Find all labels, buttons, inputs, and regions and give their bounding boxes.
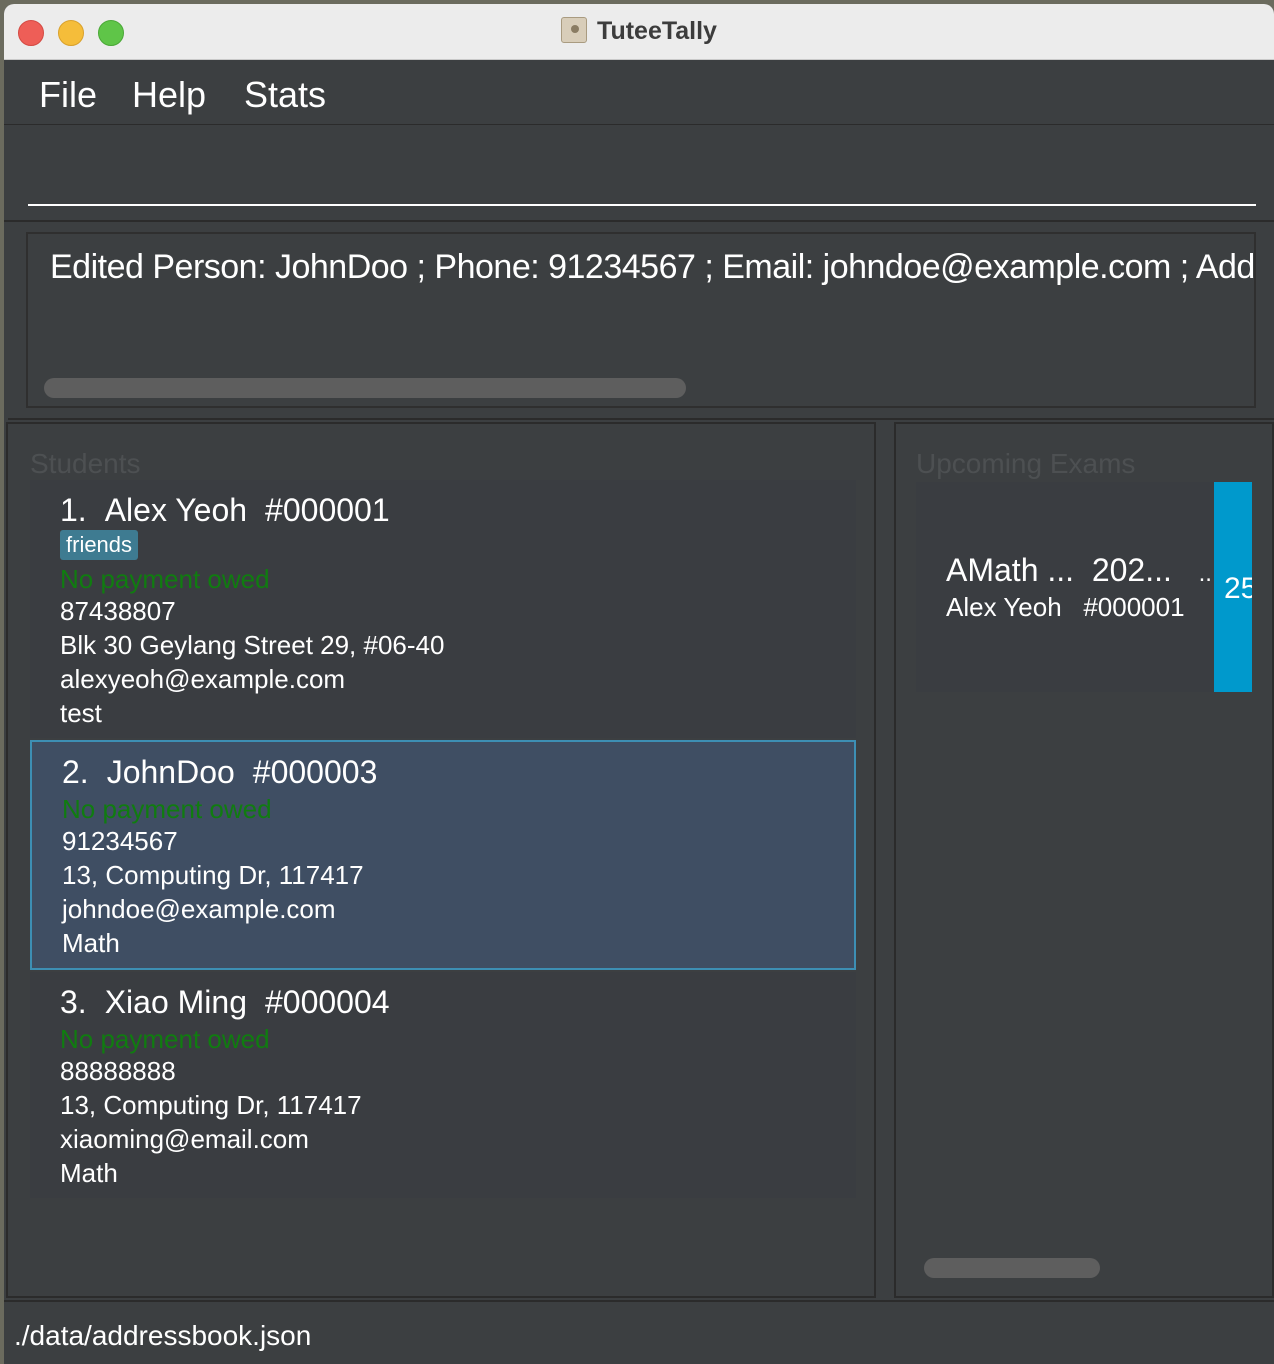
command-input[interactable] — [28, 142, 1256, 206]
payment-status: No payment owed — [62, 794, 272, 824]
exams-panel: Upcoming Exams AMath ... 202... ... Alex… — [894, 422, 1274, 1298]
exam-info: AMath ... 202... ... — [946, 552, 1219, 589]
menu-bar: File Help Stats — [4, 61, 1274, 125]
status-bar: ./data/addressbook.json — [4, 1300, 1274, 1364]
students-panel-title: Students — [30, 448, 141, 479]
student-name: JohnDoo — [106, 754, 235, 790]
student-address: Blk 30 Geylang Street 29, #06-40 — [60, 630, 445, 660]
result-display-area: Edited Person: JohnDoo ; Phone: 91234567… — [8, 224, 1274, 420]
exam-card[interactable]: AMath ... 202... ... Alex Yeoh #000001 2… — [916, 482, 1252, 692]
student-address: 13, Computing Dr, 117417 — [60, 1090, 362, 1120]
app-window: TuteeTally File Help Stats Edited Person… — [4, 4, 1274, 1364]
payment-status: No payment owed — [60, 1024, 270, 1054]
student-card[interactable]: 3. Xiao Ming #000004 No payment owed 88888… — [30, 972, 856, 1198]
student-subject: Math — [60, 1158, 118, 1188]
student-header: 1. Alex Yeoh #000001 — [60, 492, 408, 529]
student-subject: test — [60, 698, 102, 728]
student-index: 3. — [60, 984, 87, 1020]
student-card-selected[interactable]: 2. JohnDoo #000003 No payment owed 9123456… — [30, 740, 856, 970]
student-tag: friends — [60, 530, 139, 560]
student-phone: 88888888 — [60, 1056, 176, 1086]
student-subject: Math — [62, 928, 120, 958]
exam-student-info: Alex Yeoh #000001 — [946, 592, 1185, 623]
student-email: johndoe@example.com — [62, 894, 336, 924]
exam-student-id: #000001 — [1083, 592, 1185, 622]
exam-name: AMath ... — [946, 552, 1075, 588]
student-phone: 91234567 — [62, 826, 178, 856]
student-id: #000003 — [252, 754, 378, 790]
menu-help[interactable]: Help — [132, 74, 206, 116]
window-title: TuteeTally — [597, 17, 717, 45]
student-address: 13, Computing Dr, 117417 — [62, 860, 364, 890]
result-message: Edited Person: JohnDoo ; Phone: 91234567… — [50, 248, 1255, 286]
result-display: Edited Person: JohnDoo ; Phone: 91234567… — [26, 232, 1256, 408]
student-id: #000001 — [265, 492, 390, 528]
student-card[interactable]: 1. Alex Yeoh #000001 friends No payment ow… — [30, 480, 856, 738]
window-title-group: TuteeTally — [4, 17, 1274, 46]
menu-file[interactable]: File — [39, 74, 97, 116]
student-name: Alex Yeoh — [104, 492, 248, 528]
exam-student-name: Alex Yeoh — [946, 592, 1062, 622]
menu-stats[interactable]: Stats — [244, 74, 326, 116]
student-header: 2. JohnDoo #000003 — [62, 754, 395, 791]
result-horizontal-scrollbar[interactable] — [44, 378, 686, 398]
student-index: 1. — [60, 492, 87, 528]
title-bar: TuteeTally — [4, 4, 1274, 60]
data-file-path: ./data/addressbook.json — [14, 1320, 312, 1351]
student-id: #000004 — [264, 984, 390, 1020]
exam-badge: 25 — [1214, 482, 1252, 692]
app-icon — [561, 17, 588, 43]
student-email: alexyeoh@example.com — [60, 664, 346, 694]
student-index: 2. — [62, 754, 89, 790]
student-header: 3. Xiao Ming #000004 — [60, 984, 408, 1021]
student-email: xiaoming@email.com — [60, 1124, 309, 1154]
exam-date: 202... — [1091, 552, 1172, 588]
student-name: Xiao Ming — [104, 984, 247, 1020]
exams-horizontal-scrollbar[interactable] — [924, 1258, 1100, 1278]
students-panel: Students 1. Alex Yeoh #000001 friends No p… — [6, 422, 876, 1298]
student-phone: 87438807 — [60, 596, 176, 626]
exams-panel-title: Upcoming Exams — [916, 448, 1136, 479]
command-box — [4, 126, 1274, 222]
payment-status: No payment owed — [60, 564, 270, 594]
